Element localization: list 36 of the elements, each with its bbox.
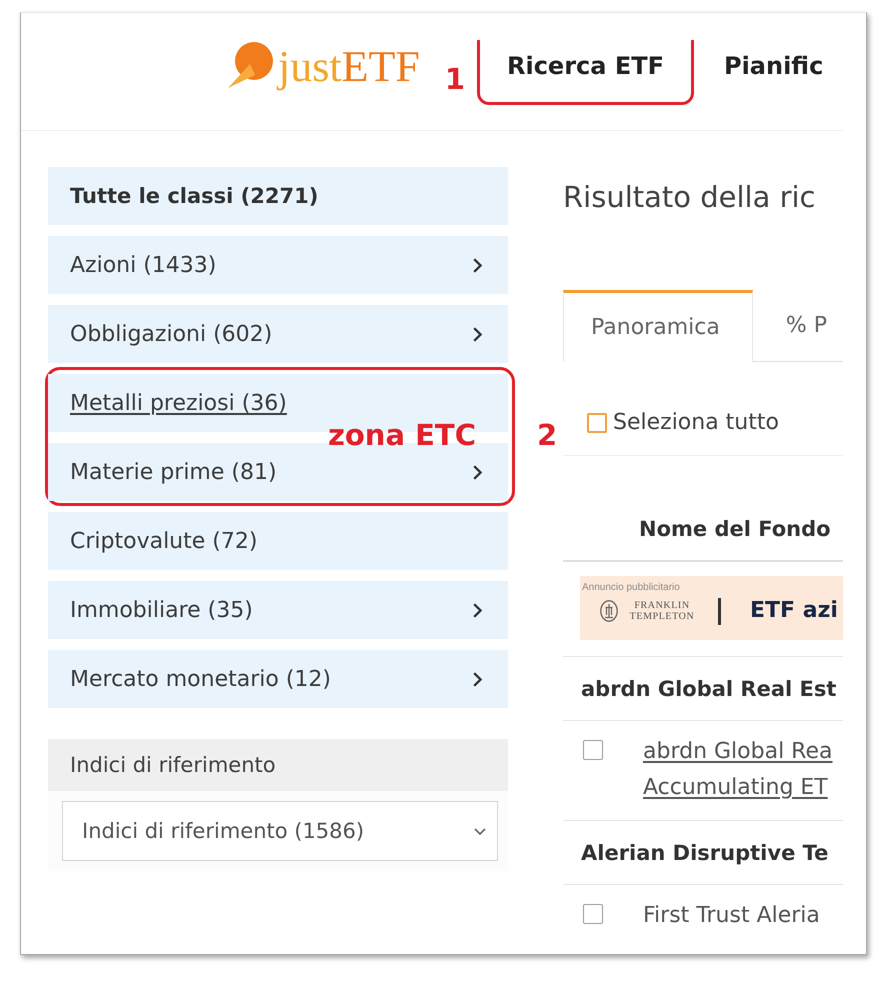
tab[interactable]: Panoramica bbox=[563, 290, 753, 362]
sidebar-item[interactable]: Azioni (1433) bbox=[48, 236, 508, 294]
select-field[interactable]: Indici di riferimento (1586) bbox=[62, 801, 498, 861]
select-all-label[interactable]: Seleziona tutto bbox=[613, 411, 779, 435]
ad-banner[interactable]: Annuncio pubblicitario FRANKLIN TEMPLETON ETF azi bbox=[580, 576, 843, 640]
sidebar-item[interactable]: Mercato monetario (12) bbox=[48, 650, 508, 708]
fund-link[interactable]: abrdn Global Rea Accumulating ET bbox=[643, 734, 832, 806]
checkbox[interactable] bbox=[583, 740, 603, 760]
chevron-right-icon bbox=[473, 672, 482, 686]
ad-caption: Annuncio pubblicitario bbox=[582, 582, 681, 594]
chevron-right-icon bbox=[473, 464, 482, 480]
sidebar-item[interactable]: Immobiliare (35) bbox=[48, 581, 508, 639]
column-header: Nome del Fondo bbox=[639, 516, 832, 542]
group-heading: abrdn Global Real Est bbox=[581, 676, 836, 700]
chevron-right-icon bbox=[473, 258, 482, 272]
advertiser-logo-text: FRANKLIN TEMPLETON bbox=[628, 600, 696, 622]
chevron-down-icon bbox=[474, 828, 486, 834]
annotation-number: 1 bbox=[444, 65, 465, 94]
sidebar-item[interactable]: Criptovalute (72) bbox=[48, 512, 508, 570]
results-title: Risultato della ric bbox=[563, 179, 817, 215]
nav-link[interactable]: Pianific bbox=[724, 52, 824, 80]
filter-heading: Indici di riferimento bbox=[48, 739, 508, 791]
group-heading: Alerian Disruptive Te bbox=[581, 840, 828, 864]
nav-link[interactable]: Ricerca ETF bbox=[507, 52, 664, 80]
emblem-icon bbox=[600, 600, 618, 622]
chevron-right-icon bbox=[473, 326, 482, 342]
ad-headline: ETF azi bbox=[750, 597, 838, 625]
sidebar-item[interactable]: Tutte le classi (2271) bbox=[48, 167, 508, 225]
tab[interactable]: % P bbox=[752, 290, 843, 362]
checkbox[interactable] bbox=[587, 413, 607, 433]
sidebar-item[interactable]: Obbligazioni (602) bbox=[48, 305, 508, 363]
checkbox[interactable] bbox=[583, 904, 603, 924]
annotation-number: 2 bbox=[537, 421, 558, 450]
fund-link[interactable]: First Trust Aleria bbox=[643, 898, 820, 934]
paper-plane-logo-icon bbox=[228, 42, 274, 90]
chevron-right-icon bbox=[473, 602, 482, 618]
